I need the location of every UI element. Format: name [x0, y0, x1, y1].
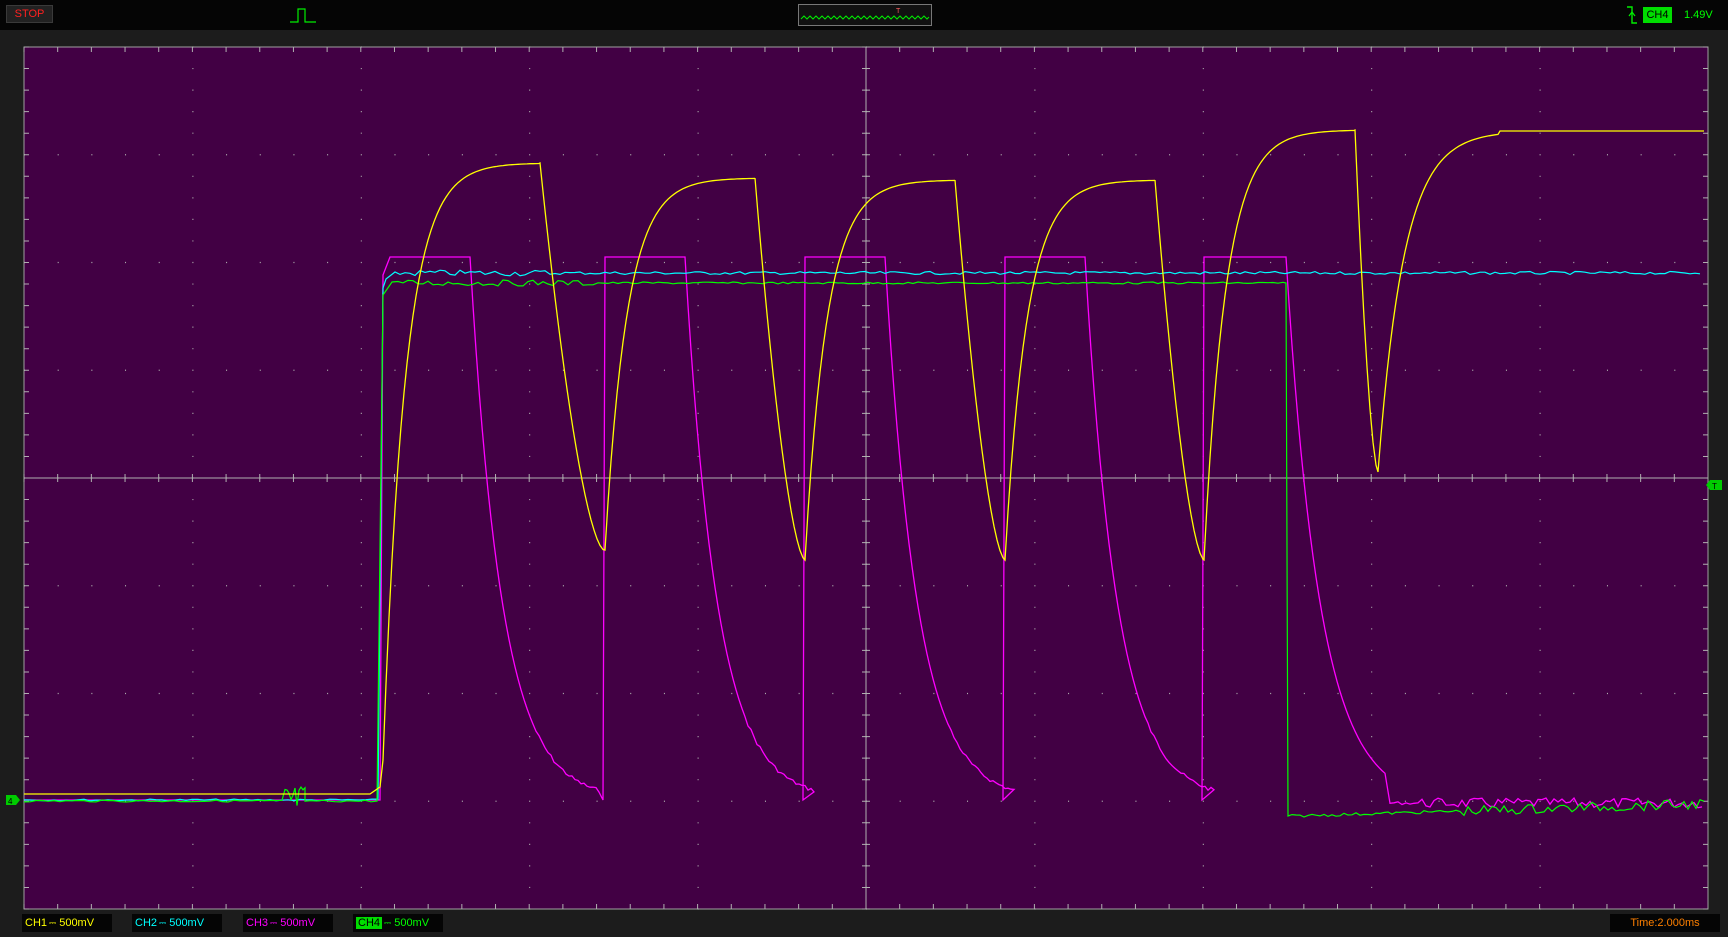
ch3-label: CH3: [246, 917, 269, 929]
trigger-level-value: 1.49V: [1684, 9, 1713, 21]
ch4-settings[interactable]: CH4 ⎓ 500mV: [353, 914, 443, 932]
rising-edge-icon: [1627, 6, 1637, 24]
ground-marker-icon: 4: [6, 795, 20, 806]
screen-frame: 4 T: [0, 30, 1728, 937]
ch4-label: CH4: [356, 917, 383, 929]
memory-overview-bar[interactable]: T: [798, 4, 932, 26]
ch2-settings[interactable]: CH2 ⎓ 500mV: [132, 914, 222, 932]
svg-text:4: 4: [8, 797, 13, 806]
waveform-overview-icon: T: [800, 8, 930, 20]
ch4-scale: 500mV: [394, 917, 430, 929]
ch3-scale: 500mV: [280, 917, 316, 929]
overview-trigger-marker: T: [896, 8, 901, 15]
trigger-pulse-icon: [290, 8, 316, 23]
timebase-value[interactable]: Time:2.000ms: [1610, 914, 1720, 932]
channel-info-bar: CH1 ⎓ 500mV CH2 ⎓ 500mV CH3 ⎓ 500mV CH4 ⎓ 500mV …: [0, 910, 1728, 937]
ch1-scale: 500mV: [59, 917, 95, 929]
waveform-display[interactable]: 4 T: [0, 30, 1728, 910]
ch2-scale: 500mV: [169, 917, 205, 929]
trigger-source-badge[interactable]: CH4: [1643, 7, 1672, 23]
run-state-badge[interactable]: STOP: [6, 5, 53, 23]
ch2-label: CH2: [135, 917, 158, 929]
status-bar: STOP T CH4 1.49V: [0, 0, 1728, 30]
ch1-settings[interactable]: CH1 ⎓ 500mV: [22, 914, 112, 932]
svg-text:T: T: [1712, 482, 1717, 491]
ch3-settings[interactable]: CH3 ⎓ 500mV: [243, 914, 333, 932]
ch1-label: CH1: [25, 917, 48, 929]
